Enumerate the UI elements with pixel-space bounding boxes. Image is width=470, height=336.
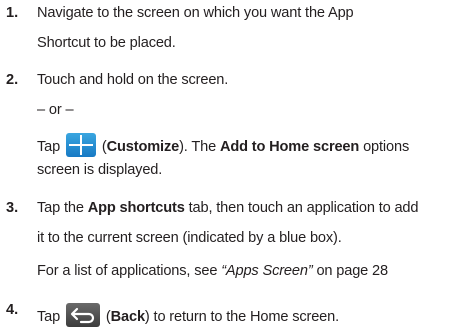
back-label: Back [110,309,145,325]
step-1-line-2: Shortcut to be placed. [37,35,176,51]
back-arrow-icon [66,303,100,327]
tap-word: Tap [37,309,61,325]
step-2-line-1: Touch and hold on the screen. [37,72,229,88]
instruction-page: 1. Navigate to the screen on which you w… [0,0,470,336]
tap-the: Tap the [37,200,84,216]
app-shortcuts-label: App shortcuts [87,200,185,216]
step-3-line-2: it to the current screen (indicated by a… [37,230,342,246]
list-text: For a list of applications, see [37,263,218,279]
tap-word: Tap [37,139,61,155]
step-number: 1. [6,5,19,21]
back-arrow-glyph [70,307,95,324]
apps-screen-reference: “Apps Screen” [221,263,313,279]
step-number: 3. [6,200,19,216]
step-number: 2. [6,72,19,88]
add-to-home-label: Add to Home screen [219,139,360,155]
step-2-line-3: Tap (Customize). The Add to Home screen … [37,133,409,157]
step-3-line-1-rest: tab, then touch an application to add [188,200,419,216]
step-3-line-1: Tap the App shortcuts tab, then touch an… [37,200,419,216]
customize-label: Customize [106,139,180,155]
page-reference: on page 28 [316,263,388,279]
step-3-reference: For a list of applications, see “Apps Sc… [37,264,388,279]
plus-icon [66,133,96,157]
step-4-rest: ) to return to the Home screen. [144,309,339,325]
step-2-line-4: screen is displayed. [37,162,163,178]
step-4-line-1: Tap (Back) to return to the Home screen. [37,303,339,327]
step-1-line-1: Navigate to the screen on which you want… [37,5,354,21]
step-number: 4. [6,302,19,318]
after-customize: . The [183,139,217,155]
options-text: options [363,139,410,155]
or-separator: – or – [37,102,74,118]
